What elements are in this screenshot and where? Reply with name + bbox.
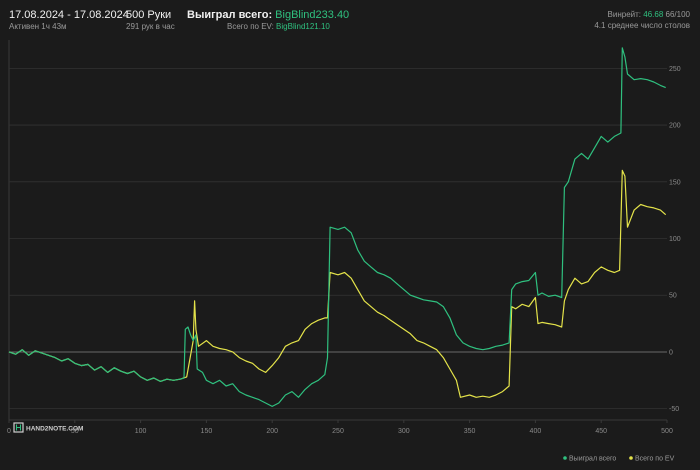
x-tick-label: 150: [201, 428, 213, 435]
y-tick-label: 0: [669, 349, 673, 356]
active-time: Активен 1ч 43м: [9, 22, 67, 31]
total-ev-label: Всего по EV:: [227, 22, 274, 31]
x-tick-label: 500: [661, 428, 673, 435]
x-tick-label: 300: [398, 428, 410, 435]
x-axis-ticks: 0 50 100 150 200 250 300 350 400 450 500: [7, 428, 673, 435]
hands-count: 500 Руки: [126, 9, 172, 21]
summary-header: 17.08.2024 - 17.08.2024 Активен 1ч 43м 5…: [0, 0, 700, 40]
y-tick-label: 100: [669, 236, 681, 243]
series-line: [8, 169, 667, 398]
legend-label: Всего по EV: [635, 456, 675, 463]
winrate: Винрейт: 46.68 66/100: [608, 10, 690, 19]
hands-per-hour: 291 рук в час: [126, 22, 175, 31]
logo-text: HAND2NOTE.COM: [26, 426, 83, 433]
y-tick-label: -50: [669, 406, 679, 413]
x-tick-label: 400: [530, 428, 542, 435]
logo: HAND2NOTE.COM: [13, 422, 83, 433]
legend-marker: [629, 456, 633, 460]
total-won-value: BigBlind233.40: [275, 9, 350, 21]
y-tick-label: 250: [669, 66, 681, 73]
y-tick-label: 200: [669, 123, 681, 130]
winrate-label: Винрейт:: [607, 10, 642, 19]
avg-tables: 4.1 среднее число столов: [594, 21, 690, 30]
legend: Выиграл всего Всего по EV: [563, 456, 675, 463]
total-won: Выиграл всего: BigBlind233.40: [187, 9, 349, 21]
y-tick-label: 50: [669, 293, 677, 300]
x-tick-label: 200: [266, 428, 278, 435]
x-tick-label: 450: [595, 428, 607, 435]
x-tick-label: 350: [464, 428, 476, 435]
legend-marker: [563, 456, 567, 460]
winrate-value: 46.68: [643, 10, 664, 19]
y-axis-ticks: -50 0 50 100 150 200 250: [669, 66, 681, 413]
date-range: 17.08.2024 - 17.08.2024: [9, 9, 129, 21]
series-line: [8, 47, 666, 407]
total-won-label: Выиграл всего:: [187, 9, 273, 21]
x-tick-label: 0: [7, 428, 11, 435]
profit-chart: -50 0 50 100 150 200 250 0 50 100 150 200 250 300 350…: [7, 40, 681, 463]
total-ev-value: BigBlind121.10: [276, 22, 330, 31]
series-lines: [8, 47, 667, 407]
logo-mark-h: [16, 424, 21, 431]
x-tick-label: 250: [332, 428, 344, 435]
x-tick-label: 100: [135, 428, 147, 435]
winrate-fraction: 66/100: [665, 10, 690, 19]
legend-label: Выиграл всего: [569, 456, 616, 463]
grid-lines: [8, 40, 668, 423]
total-ev: Всего по EV: BigBlind121.10: [227, 22, 330, 31]
y-tick-label: 150: [669, 179, 681, 186]
